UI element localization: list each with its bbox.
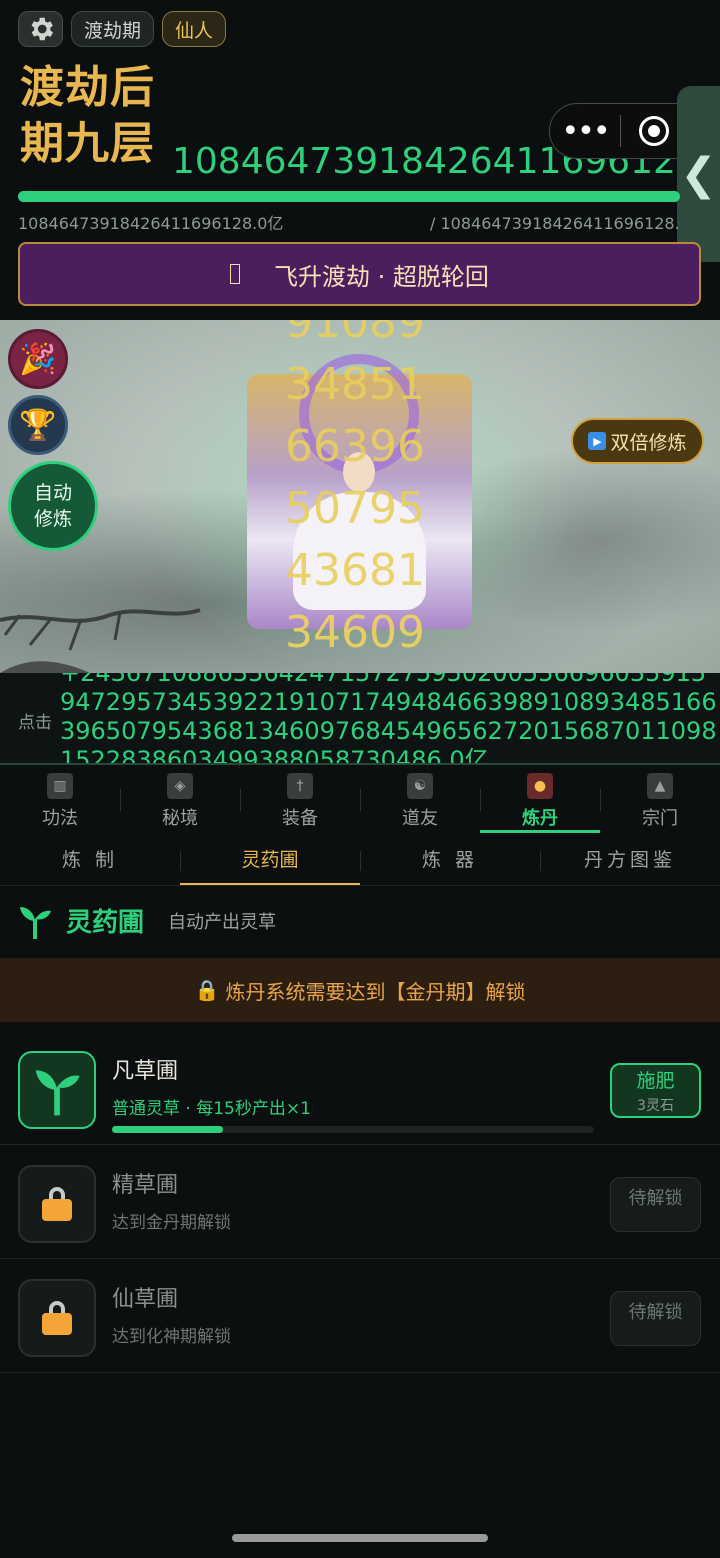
plot-progress-fill [112,1126,223,1133]
click-gain-strip: 点击 +243671088635642471572759502005566960… [0,673,720,763]
tab-zongmen[interactable]: ▲ 宗门 [600,765,720,837]
tab-zhuangbei[interactable]: † 装备 [240,765,360,837]
realm-title-line2: 期九层 [20,118,155,169]
click-gain-value: +243671088635642471572759502005566960359… [60,673,717,763]
fertilize-cost: 3灵石 [637,1098,674,1114]
plot-name: 仙草圃 [112,1287,179,1312]
padlock-icon [42,1187,72,1221]
lock-icon: 🔒 [194,978,220,1002]
tab-daoyou[interactable]: ☯ 道友 [360,765,480,837]
celebration-button[interactable]: 🎉 [8,329,68,389]
sub-tab-bar: 炼 制 灵药圃 炼 器 丹方图鉴 [0,837,720,886]
subtab-lianzhi[interactable]: 炼 制 [0,837,180,885]
ascend-button-label: 飞升渡劫 · 超脱轮回 [274,262,489,291]
rank-badge: 仙人 [162,11,227,47]
sect-icon: ▲ [647,773,673,799]
subtab-danfang[interactable]: 丹方图鉴 [540,837,720,885]
missing-glyph-icon [230,264,241,284]
plot-icon [18,1279,96,1357]
friend-icon: ☯ [407,773,433,799]
top-bar: 渡劫期 仙人 [18,11,227,47]
float-number: 66396 [285,421,425,472]
float-number: 34851 [285,359,425,410]
auto-cultivate-button[interactable]: 自动 修炼 [8,461,98,551]
play-icon: ▶ [588,432,607,450]
plot-subtitle: 达到金丹期解锁 [112,1213,231,1233]
close-miniprogram-button[interactable] [639,116,669,146]
scroll-icon: ▥ [47,773,73,799]
tab-gongfa[interactable]: ▥ 功法 [0,765,120,837]
herb-plot-xiancao: 仙草圃 达到化神期解锁 待解锁 [0,1259,720,1373]
subtab-lianqi[interactable]: 炼 器 [360,837,540,885]
tab-label: 秘境 [162,808,198,829]
realm-title: 渡劫后 期九层 [20,60,155,172]
herb-plot-jingcao: 精草圃 达到金丹期解锁 待解锁 [0,1145,720,1259]
float-number: 43681 [285,545,425,596]
plot-name: 凡草圃 [112,1059,179,1084]
settings-button[interactable] [18,11,63,47]
plot-subtitle: 达到化神期解锁 [112,1327,231,1347]
locked-button: 待解锁 [610,1177,701,1232]
plot-subtitle: 普通灵草 · 每15秒产出×1 [112,1099,311,1119]
lock-banner: 🔒 炼丹系统需要达到【金丹期】解锁 [0,958,720,1022]
double-cultivate-button[interactable]: ▶ 双倍修炼 [571,418,704,464]
exp-max: / 10846473918426411696128.0亿 [430,214,680,233]
fertilize-label: 施肥 [636,1070,675,1092]
pill-icon: ● [527,773,553,799]
plot-progress-bar [112,1126,594,1133]
locked-label: 待解锁 [628,1302,683,1323]
tab-mijing[interactable]: ◈ 秘境 [120,765,240,837]
floating-gain-numbers: 91089 34851 66396 50795 43681 34609 [270,320,440,664]
tab-label: 装备 [282,808,318,829]
click-gain-label: 点击 [18,713,52,733]
tab-label: 宗门 [642,808,678,829]
section-title: 灵药圃 [66,908,145,938]
section-header: 灵药圃 自动产出灵草 [18,902,276,939]
tab-label: 道友 [402,808,438,829]
double-cultivate-label: 双倍修炼 [610,431,687,454]
lock-banner-text: 炼丹系统需要达到【金丹期】解锁 [225,979,526,1004]
padlock-icon [42,1301,72,1335]
cultivation-scene[interactable]: 91089 34851 66396 50795 43681 34609 [0,320,720,673]
float-number: 91089 [285,320,425,348]
target-icon [648,125,660,137]
side-drawer-tab[interactable]: ❮ [677,86,720,262]
leaderboard-button[interactable]: 🏆 [8,395,68,455]
herb-plot-fancao: 凡草圃 普通灵草 · 每15秒产出×1 施肥 3灵石 [0,1031,720,1145]
exp-current: 10846473918426411696128.0亿 [18,214,284,233]
tab-label: 炼丹 [522,808,558,829]
auto-cultivate-label-2: 修炼 [33,508,72,530]
auto-cultivate-label-1: 自动 [33,482,72,504]
subtab-lingyaopu[interactable]: 灵药圃 [180,837,360,885]
ascend-button[interactable]: 飞升渡劫 · 超脱轮回 [18,242,701,306]
sprout-icon [20,906,51,939]
pine-tree-illustration [0,608,201,673]
section-desc: 自动产出灵草 [168,911,277,933]
float-number: 50795 [285,483,425,534]
main-tab-bar: ▥ 功法 ◈ 秘境 † 装备 ☯ 道友 ● 炼丹 ▲ 宗门 [0,763,720,837]
realm-badge: 渡劫期 [71,11,155,47]
home-indicator[interactable] [232,1534,488,1542]
plot-icon [18,1051,96,1129]
trophy-icon: 🏆 [19,407,57,443]
realm-icon: ◈ [167,773,193,799]
capsule-divider [620,115,621,147]
sword-icon: † [287,773,313,799]
sprout-icon [35,1070,80,1116]
gear-icon [31,17,53,41]
exp-progress-fill [18,191,680,202]
tab-label: 功法 [42,808,78,829]
more-menu-button[interactable]: ••• [550,114,620,149]
plot-name: 精草圃 [112,1173,179,1198]
locked-button: 待解锁 [610,1291,701,1346]
party-popper-icon: 🎉 [19,341,57,377]
exp-progress-bar [18,191,680,202]
tab-liandan[interactable]: ● 炼丹 [480,765,600,837]
plot-icon [18,1165,96,1243]
locked-label: 待解锁 [628,1188,683,1209]
float-number: 34609 [285,607,425,658]
realm-title-line1: 渡劫后 [20,62,155,113]
fertilize-button[interactable]: 施肥 3灵石 [610,1063,701,1118]
